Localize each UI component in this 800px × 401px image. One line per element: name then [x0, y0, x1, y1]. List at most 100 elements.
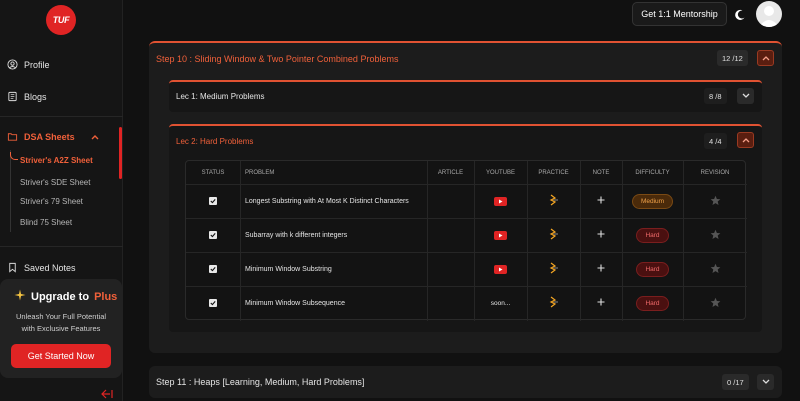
sheet-sde[interactable]: Striver's SDE Sheet	[20, 178, 90, 187]
sidebar-item-label: Profile	[24, 59, 50, 70]
difficulty-cell: Hard	[622, 252, 683, 286]
status-cell	[186, 218, 240, 252]
sidebar-item-blogs[interactable]: Blogs	[7, 91, 47, 102]
problems-table: Status Problem Article Youtube Practice …	[185, 160, 747, 321]
status-cell	[186, 184, 240, 218]
tuf-logo[interactable]: TUF	[46, 5, 76, 35]
step-11-title[interactable]: Step 11 : Heaps [Learning, Medium, Hard …	[156, 377, 364, 387]
step-10-toggle[interactable]	[757, 50, 774, 66]
sidebar-divider	[0, 246, 123, 247]
header-problem: Problem	[245, 169, 275, 176]
chevron-up-icon	[762, 56, 769, 61]
difficulty-badge: Medium	[631, 193, 674, 209]
collapse-sidebar-icon[interactable]	[101, 389, 113, 401]
chevron-down-icon	[742, 93, 749, 98]
lec-1-panel: Lec 1: Medium Problems 8 /8	[169, 80, 762, 112]
folder-icon	[7, 131, 18, 142]
practice-icon[interactable]	[549, 228, 559, 242]
star-icon[interactable]	[710, 263, 721, 276]
lec-2-title[interactable]: Lec 2: Hard Problems	[176, 137, 253, 146]
step-11-toggle[interactable]	[757, 374, 774, 390]
check-icon	[210, 301, 216, 306]
add-note-icon[interactable]	[597, 264, 605, 274]
difficulty-cell: Hard	[622, 286, 683, 320]
article-cell	[427, 184, 474, 218]
subnav-line	[10, 150, 11, 232]
practice-icon[interactable]	[549, 194, 559, 208]
avatar[interactable]	[756, 1, 782, 27]
step-10-progress: 12 /12	[717, 50, 748, 66]
sidebar-item-dsa-sheets[interactable]: DSA Sheets	[7, 131, 99, 142]
moon-icon[interactable]	[734, 8, 746, 20]
problem-name[interactable]: Minimum Window Substring	[245, 252, 425, 286]
chevron-up-icon	[742, 138, 749, 143]
upgrade-card: Upgrade to Plus Unleash Your Full Potent…	[0, 279, 122, 378]
step-11-progress: 0 /17	[722, 374, 749, 390]
practice-cell	[527, 184, 580, 218]
problem-name[interactable]: Subarray with k different integers	[245, 218, 425, 252]
status-checkbox[interactable]	[209, 197, 217, 205]
youtube-icon[interactable]	[494, 230, 507, 240]
lec-2-toggle[interactable]	[737, 132, 754, 148]
practice-cell	[527, 252, 580, 286]
chevron-down-icon	[762, 379, 769, 384]
sparkle-icon	[14, 289, 26, 304]
header-practice: Practice	[538, 169, 569, 176]
youtube-cell	[474, 218, 527, 252]
revision-cell	[683, 184, 747, 218]
bookmark-icon	[7, 262, 18, 273]
problem-name[interactable]: Longest Substring with At Most K Distinc…	[245, 184, 425, 218]
upgrade-description: Unleash Your Full Potential with Exclusi…	[0, 311, 122, 335]
youtube-icon[interactable]	[494, 196, 507, 206]
difficulty-badge: Hard	[636, 227, 669, 243]
status-checkbox[interactable]	[209, 299, 217, 307]
blog-icon	[7, 91, 18, 102]
header-youtube: Youtube	[485, 169, 515, 176]
lec-2-progress: 4 /4	[704, 133, 727, 149]
difficulty-cell: Hard	[622, 218, 683, 252]
active-connector	[10, 152, 18, 160]
header-difficulty: Difficulty	[635, 169, 670, 176]
sheet-a2z[interactable]: Striver's A2Z Sheet	[20, 156, 93, 165]
star-icon[interactable]	[710, 195, 721, 208]
mentorship-button[interactable]: Get 1:1 Mentorship	[632, 2, 727, 26]
add-note-icon[interactable]	[597, 230, 605, 240]
status-cell	[186, 252, 240, 286]
revision-cell	[683, 252, 747, 286]
star-icon[interactable]	[710, 229, 721, 242]
add-note-icon[interactable]	[597, 196, 605, 206]
header-note: Note	[592, 169, 610, 176]
upgrade-desc-line: Unleash Your Full Potential	[15, 312, 107, 321]
sidebar-scrollbar[interactable]	[119, 127, 122, 179]
revision-cell	[683, 218, 747, 252]
add-note-icon[interactable]	[597, 298, 605, 308]
sidebar-item-label: DSA Sheets	[24, 131, 75, 142]
practice-cell	[527, 218, 580, 252]
practice-icon[interactable]	[549, 296, 559, 310]
sidebar-item-saved-notes[interactable]: Saved Notes	[7, 262, 76, 273]
header-status: Status	[201, 169, 225, 176]
sidebar-item-profile[interactable]: Profile	[7, 59, 50, 70]
note-cell	[580, 252, 622, 286]
profile-icon	[7, 59, 18, 70]
sidebar-item-label: Saved Notes	[24, 262, 76, 273]
problem-name[interactable]: Minimum Window Subsequence	[245, 286, 425, 320]
note-cell	[580, 286, 622, 320]
check-icon	[210, 199, 216, 204]
lec-1-toggle[interactable]	[737, 88, 754, 104]
star-icon[interactable]	[710, 297, 721, 310]
check-icon	[210, 233, 216, 238]
chevron-up-icon[interactable]	[91, 132, 99, 142]
practice-cell	[527, 286, 580, 320]
youtube-icon[interactable]	[494, 264, 507, 274]
status-checkbox[interactable]	[209, 265, 217, 273]
practice-icon[interactable]	[549, 262, 559, 276]
sheet-79[interactable]: Striver's 79 Sheet	[20, 197, 83, 206]
step-10-title[interactable]: Step 10 : Sliding Window & Two Pointer C…	[156, 54, 398, 64]
sheet-blind75[interactable]: Blind 75 Sheet	[20, 218, 72, 227]
get-started-button[interactable]: Get Started Now	[11, 344, 111, 368]
status-checkbox[interactable]	[209, 231, 217, 239]
sidebar-item-label: Blogs	[24, 91, 47, 102]
sidebar: TUF Profile Blogs DSA Sheets Striver's A…	[0, 0, 123, 401]
lec-1-title[interactable]: Lec 1: Medium Problems	[176, 92, 264, 101]
